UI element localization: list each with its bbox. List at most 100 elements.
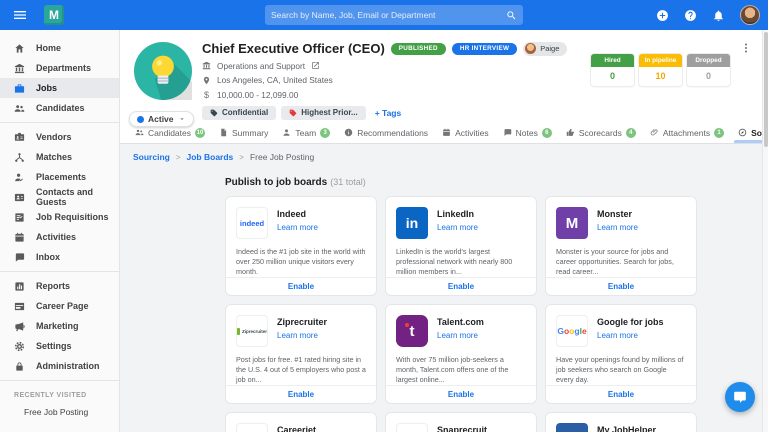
- sidebar-item-label: Matches: [36, 152, 72, 162]
- owner-name: Paige: [540, 44, 559, 53]
- user-avatar[interactable]: [740, 5, 760, 25]
- board-card-careerjet: Careerjet Learn more Enable: [225, 412, 377, 432]
- enable-button[interactable]: Enable: [386, 385, 536, 403]
- logo-text: M: [566, 215, 579, 232]
- vertical-scrollbar[interactable]: [762, 30, 768, 432]
- owner-chip[interactable]: Paige: [523, 42, 567, 56]
- sidebar-item-candidates[interactable]: Candidates: [0, 98, 119, 118]
- sidebar-item-reports[interactable]: Reports: [0, 276, 119, 296]
- notes-chat-icon: [503, 128, 512, 137]
- linkedin-logo: in: [396, 207, 428, 239]
- recently-visited-item[interactable]: Free Job Posting: [0, 404, 119, 417]
- learn-more-link[interactable]: Learn more: [597, 223, 638, 232]
- tab-count-badge: 4: [626, 128, 636, 138]
- add-tags-button[interactable]: + Tags: [375, 108, 402, 118]
- tab-team[interactable]: Team3: [275, 122, 337, 143]
- search-icon[interactable]: [506, 10, 517, 21]
- external-link-icon[interactable]: [311, 61, 320, 70]
- board-name: Google for jobs: [597, 317, 664, 327]
- sidebar-item-home[interactable]: Home: [0, 38, 119, 58]
- location-pin-icon: [202, 76, 211, 85]
- tab-notes[interactable]: Notes6: [496, 122, 559, 143]
- breadcrumb-job-boards[interactable]: Job Boards: [187, 152, 234, 162]
- search-input[interactable]: [271, 10, 506, 20]
- sidebar-item-marketing[interactable]: Marketing: [0, 316, 119, 336]
- person-check-icon: [14, 172, 25, 183]
- stat-dropped[interactable]: Dropped 0: [687, 54, 730, 86]
- tag-highest-priority[interactable]: Highest Prior...: [281, 106, 365, 120]
- careerjet-logo: [236, 423, 268, 432]
- learn-more-link[interactable]: Learn more: [437, 223, 478, 232]
- stat-value: 0: [687, 67, 730, 86]
- learn-more-link[interactable]: Learn more: [277, 223, 318, 232]
- learn-more-link[interactable]: Learn more: [277, 331, 327, 340]
- tab-summary[interactable]: Summary: [212, 122, 275, 143]
- logo-text: indeed: [240, 219, 264, 228]
- add-icon[interactable]: [656, 9, 669, 22]
- sidebar-item-placements[interactable]: Placements: [0, 167, 119, 187]
- help-icon[interactable]: [684, 9, 697, 22]
- job-department[interactable]: Operations and Support: [217, 61, 305, 71]
- sidebar-item-label: Inbox: [36, 252, 60, 262]
- board-description: Have your openings found by millions of …: [556, 355, 686, 385]
- board-card-talent: t Talent.com Learn more With over 75 mil…: [385, 304, 537, 404]
- sidebar-item-administration[interactable]: Administration: [0, 356, 119, 376]
- enable-button[interactable]: Enable: [546, 385, 696, 403]
- tab-count-badge: 3: [320, 128, 330, 138]
- google-logo: Google: [556, 315, 588, 347]
- breadcrumb-sourcing[interactable]: Sourcing: [133, 152, 170, 162]
- sidebar: Home Departments Jobs Candidates Vendors…: [0, 30, 120, 432]
- app-logo[interactable]: M: [44, 5, 64, 25]
- breadcrumb-separator: >: [176, 153, 181, 162]
- sidebar-item-jobs[interactable]: Jobs: [0, 78, 119, 98]
- tab-attachments[interactable]: Attachments1: [643, 122, 731, 143]
- enable-button[interactable]: Enable: [226, 385, 376, 403]
- tag-icon: [210, 109, 218, 117]
- hamburger-menu-icon[interactable]: [12, 7, 28, 23]
- chat-bubble-icon: [733, 390, 747, 404]
- sidebar-item-job-requisitions[interactable]: Job Requisitions: [0, 207, 119, 227]
- logo-text: Ziprecruiter: [242, 329, 267, 334]
- sidebar-item-inbox[interactable]: Inbox: [0, 247, 119, 267]
- ziprecruiter-logo: Ziprecruiter: [236, 315, 268, 347]
- stat-label: Hired: [591, 54, 634, 67]
- myjobhelper-logo: [556, 423, 588, 432]
- stat-hired[interactable]: Hired 0: [591, 54, 634, 86]
- tab-recommendations[interactable]: Recommendations: [337, 122, 435, 143]
- enable-button[interactable]: Enable: [386, 277, 536, 295]
- board-card-myjobhelper: My JobHelper Learn more Enable: [545, 412, 697, 432]
- board-card-indeed: indeed Indeed Learn more Indeed is the #…: [225, 196, 377, 296]
- sidebar-item-career-page[interactable]: Career Page: [0, 296, 119, 316]
- sidebar-item-vendors[interactable]: Vendors: [0, 127, 119, 147]
- learn-more-link[interactable]: Learn more: [597, 331, 664, 340]
- sidebar-divider: [0, 271, 119, 272]
- scrollbar-thumb[interactable]: [764, 32, 768, 147]
- topbar-actions: [656, 0, 760, 30]
- board-name: Talent.com: [437, 317, 484, 327]
- tab-scorecards[interactable]: Scorecards4: [559, 122, 643, 143]
- chat-widget-button[interactable]: [725, 382, 755, 412]
- summary-doc-icon: [219, 128, 228, 137]
- sidebar-item-settings[interactable]: Settings: [0, 336, 119, 356]
- tab-activities[interactable]: Activities: [435, 122, 496, 143]
- tag-icon: [289, 109, 297, 117]
- enable-button[interactable]: Enable: [226, 277, 376, 295]
- notifications-bell-icon[interactable]: [712, 9, 725, 22]
- sidebar-item-contacts-and-guests[interactable]: Contacts and Guests: [0, 187, 119, 207]
- sidebar-item-activities[interactable]: Activities: [0, 227, 119, 247]
- stat-in-pipeline[interactable]: In pipeline 10: [639, 54, 682, 86]
- sidebar-item-departments[interactable]: Departments: [0, 58, 119, 78]
- tag-confidential[interactable]: Confidential: [202, 106, 276, 120]
- job-status-dropdown[interactable]: Active: [129, 111, 194, 127]
- job-boards-grid: indeed Indeed Learn more Indeed is the #…: [225, 196, 697, 432]
- job-status-label: Active: [148, 114, 174, 124]
- board-name: Indeed: [277, 209, 318, 219]
- learn-more-link[interactable]: Learn more: [437, 331, 484, 340]
- sidebar-divider: [0, 122, 119, 123]
- board-description: Indeed is the #1 job site in the world w…: [236, 247, 366, 277]
- enable-button[interactable]: Enable: [546, 277, 696, 295]
- sidebar-item-matches[interactable]: Matches: [0, 147, 119, 167]
- chat-icon: [14, 252, 25, 263]
- main-panel: Active Chief Executive Officer (CEO) PUB…: [120, 30, 768, 432]
- more-options-icon[interactable]: [740, 42, 752, 54]
